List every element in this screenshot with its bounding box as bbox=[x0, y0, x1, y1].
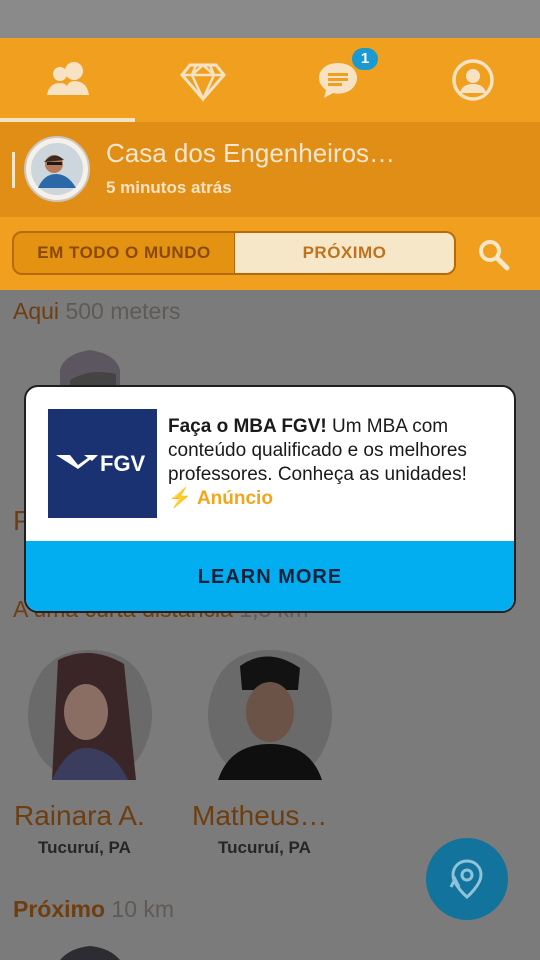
section-header-nearby: Próximo 10 km bbox=[13, 896, 175, 922]
ad-card[interactable]: FGV Faça o MBA FGV! Um MBA com conteúdo … bbox=[24, 385, 516, 613]
location-pin-icon bbox=[449, 859, 483, 899]
user-photo-rainara[interactable] bbox=[28, 650, 152, 780]
people-icon bbox=[46, 62, 89, 95]
ad-headline: Faça o MBA FGV! bbox=[168, 416, 327, 437]
user-photo[interactable] bbox=[50, 350, 130, 390]
tab-profile[interactable] bbox=[405, 38, 540, 122]
ad-text: Faça o MBA FGV! Um MBA com conteúdo qual… bbox=[168, 415, 488, 511]
user-photo-matheus[interactable] bbox=[208, 650, 332, 780]
ad-logo: FGV bbox=[48, 409, 157, 518]
user-city: Tucuruí, PA bbox=[38, 838, 131, 857]
chat-badge: 1 bbox=[352, 48, 378, 70]
filter-worldwide-button[interactable]: EM TODO O MUNDO bbox=[12, 231, 236, 275]
place-avatar[interactable] bbox=[24, 136, 90, 207]
profile-icon bbox=[451, 59, 494, 101]
tab-people[interactable] bbox=[0, 38, 135, 122]
learn-more-button[interactable]: LEARN MORE bbox=[26, 541, 514, 611]
place-subtitle: 5 minutos atrás bbox=[106, 178, 232, 197]
user-name[interactable]: Rainara A. bbox=[14, 800, 145, 832]
check-in-button[interactable] bbox=[426, 838, 508, 920]
lightning-icon: ⚡ bbox=[168, 488, 192, 509]
user-name[interactable]: Matheus… bbox=[192, 800, 327, 832]
ad-logo-text: FGV bbox=[100, 451, 146, 476]
diamond-icon bbox=[179, 63, 226, 103]
place-title: Casa dos Engenheiros… bbox=[106, 138, 396, 168]
search-icon[interactable] bbox=[476, 237, 512, 273]
user-photo[interactable] bbox=[50, 946, 130, 960]
user-city: Tucuruí, PA bbox=[218, 838, 311, 857]
status-bar bbox=[0, 0, 540, 38]
ad-label: Anúncio bbox=[196, 488, 273, 509]
tab-diamond[interactable] bbox=[135, 38, 270, 122]
section-header-here: Aqui 500 meters bbox=[13, 298, 181, 324]
tab-bar bbox=[0, 38, 540, 122]
filter-nearby-button[interactable]: PRÓXIMO bbox=[235, 231, 456, 275]
tab-chat[interactable] bbox=[270, 38, 405, 122]
filter-row: EM TODO O MUNDO PRÓXIMO bbox=[0, 217, 540, 290]
divider bbox=[12, 152, 15, 188]
